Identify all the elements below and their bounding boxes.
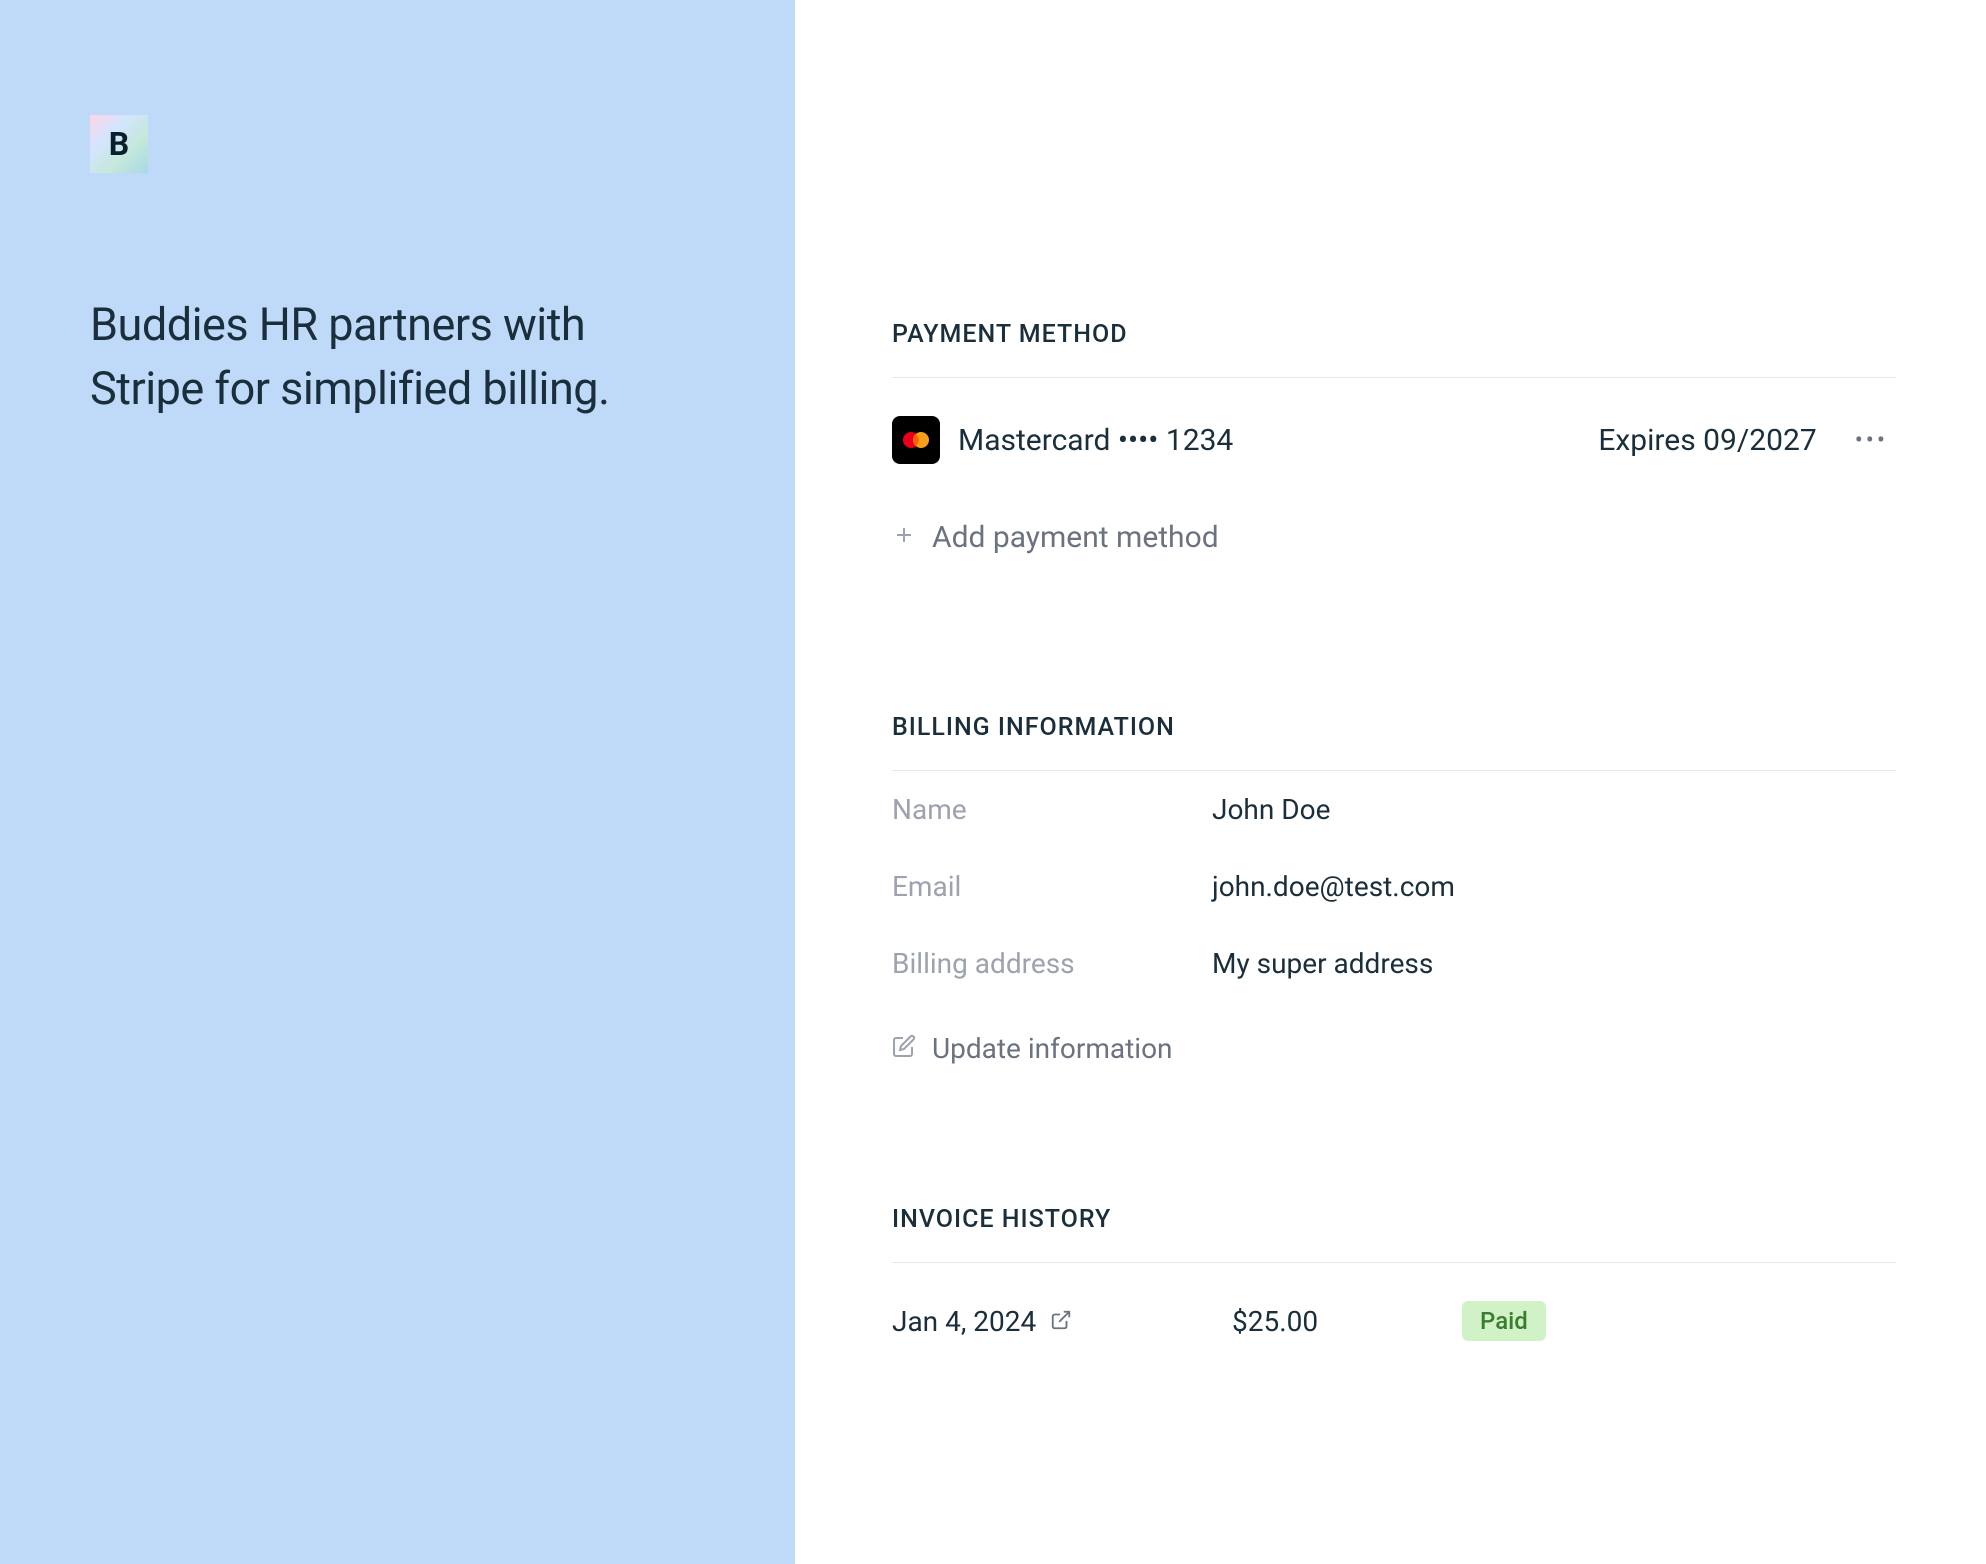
invoice-date: Jan 4, 2024: [892, 1305, 1036, 1338]
update-information-label: Update information: [932, 1032, 1173, 1065]
billing-name-value: John Doe: [1212, 793, 1330, 826]
invoice-row: Jan 4, 2024 $25.00 Paid: [892, 1263, 1896, 1379]
billing-email-row: Email john.doe@test.com: [892, 848, 1896, 925]
card-description: Mastercard •••• 1234: [958, 423, 1598, 458]
sidebar: B Buddies HR partners with Stripe for si…: [0, 0, 795, 1564]
billing-email-value: john.doe@test.com: [1212, 870, 1455, 903]
mastercard-icon: [892, 416, 940, 464]
billing-name-row: Name John Doe: [892, 771, 1896, 848]
billing-information-section: BILLING INFORMATION Name John Doe Email …: [892, 713, 1896, 1065]
payment-card-row: Mastercard •••• 1234 Expires 09/2027 •••: [892, 378, 1896, 502]
brand-logo-text: B: [109, 125, 129, 163]
more-options-icon[interactable]: •••: [1847, 426, 1896, 454]
add-payment-method-button[interactable]: Add payment method: [892, 502, 1896, 573]
invoice-status-badge: Paid: [1462, 1301, 1546, 1341]
invoice-history-title: INVOICE HISTORY: [892, 1205, 1896, 1263]
invoice-amount: $25.00: [1232, 1305, 1462, 1338]
edit-icon: [892, 1032, 916, 1065]
payment-method-title: PAYMENT METHOD: [892, 320, 1896, 378]
billing-information-title: BILLING INFORMATION: [892, 713, 1896, 771]
invoice-history-section: INVOICE HISTORY Jan 4, 2024 $25.00 Paid: [892, 1205, 1896, 1379]
card-expires: Expires 09/2027: [1598, 423, 1816, 458]
invoice-date-link[interactable]: Jan 4, 2024: [892, 1305, 1232, 1338]
sidebar-heading: Buddies HR partners with Stripe for simp…: [90, 293, 705, 421]
billing-address-value: My super address: [1212, 947, 1433, 980]
billing-name-label: Name: [892, 793, 1212, 826]
billing-email-label: Email: [892, 870, 1212, 903]
update-information-button[interactable]: Update information: [892, 1002, 1896, 1065]
external-link-icon: [1050, 1305, 1072, 1338]
brand-logo: B: [90, 115, 148, 173]
plus-icon: [892, 520, 916, 555]
billing-address-row: Billing address My super address: [892, 925, 1896, 1002]
add-payment-method-label: Add payment method: [932, 520, 1219, 555]
main-content: PAYMENT METHOD Mastercard •••• 1234 Expi…: [795, 0, 1986, 1564]
payment-method-section: PAYMENT METHOD Mastercard •••• 1234 Expi…: [892, 320, 1896, 573]
billing-address-label: Billing address: [892, 947, 1212, 980]
